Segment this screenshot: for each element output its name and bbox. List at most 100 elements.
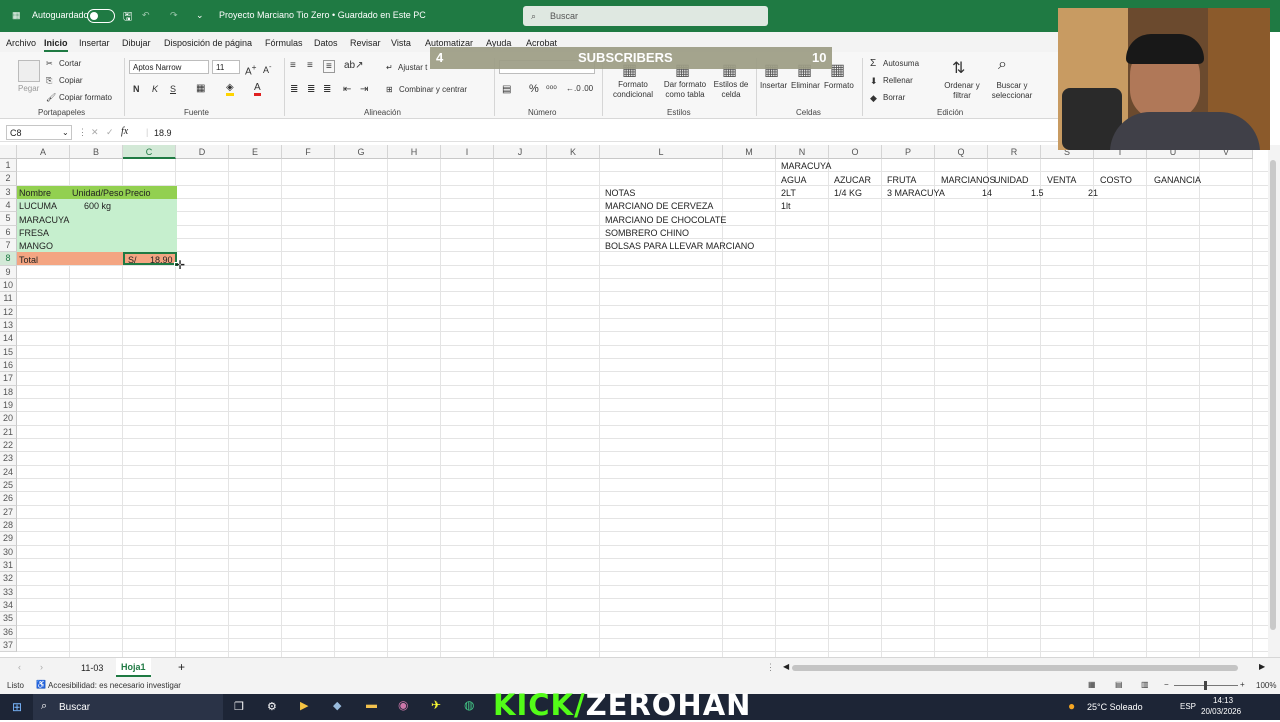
- cell-s3[interactable]: 21: [1088, 188, 1098, 198]
- discord-icon[interactable]: ◉: [398, 698, 408, 712]
- horizontal-scroll-thumb[interactable]: [792, 665, 1238, 671]
- enter-icon[interactable]: ✓: [106, 127, 114, 138]
- sort-filter-button[interactable]: Ordenar y filtrar: [940, 81, 984, 101]
- autosum-icon[interactable]: Σ: [870, 58, 876, 69]
- column-header-c[interactable]: C: [123, 145, 176, 159]
- row-header-32[interactable]: 32: [0, 572, 17, 586]
- copy-icon[interactable]: ⎘: [46, 76, 52, 86]
- redo-icon[interactable]: ↷: [170, 10, 178, 21]
- cell-n3[interactable]: 2LT: [781, 188, 796, 198]
- row-header-2[interactable]: 2: [0, 172, 17, 186]
- accessibility-status[interactable]: Accesibilidad: es necesario investigar: [48, 681, 181, 690]
- cell-r3[interactable]: 1.5: [1031, 188, 1044, 198]
- scroll-right-icon[interactable]: ▶: [1259, 662, 1265, 671]
- cell-l5[interactable]: MARCIANO DE CHOCOLATE: [605, 215, 726, 225]
- cell-l6[interactable]: SOMBRERO CHINO: [605, 228, 689, 238]
- cell-u2[interactable]: GANANCIA: [1154, 175, 1201, 185]
- row-header-27[interactable]: 27: [0, 505, 17, 519]
- zoom-level[interactable]: 100%: [1256, 681, 1276, 690]
- tab-inicio[interactable]: Inicio: [44, 38, 68, 52]
- decrease-decimal-icon[interactable]: .00: [582, 84, 593, 93]
- align-center-icon[interactable]: ≣: [307, 84, 315, 95]
- align-bottom-icon[interactable]: ≡: [323, 60, 335, 73]
- cell-l7[interactable]: BOLSAS PARA LLEVAR MARCIANO: [605, 241, 754, 251]
- align-middle-icon[interactable]: ≡: [307, 60, 313, 71]
- sort-filter-icon[interactable]: ⇅: [952, 58, 965, 78]
- comma-style-icon[interactable]: ⁰⁰⁰: [546, 84, 557, 95]
- delete-cells-button[interactable]: Eliminar: [791, 81, 820, 90]
- page-layout-icon[interactable]: ▤: [1115, 680, 1123, 689]
- cell-c3[interactable]: Precio: [125, 188, 151, 198]
- cell-b3[interactable]: Unidad/Peso: [72, 188, 124, 198]
- sheet-tab-hoja1[interactable]: Hoja1: [116, 658, 151, 677]
- language-indicator[interactable]: ESP: [1180, 702, 1196, 711]
- cell-p3[interactable]: 3 MARACUYA: [887, 188, 945, 198]
- find-select-icon[interactable]: ⌕: [998, 56, 1007, 74]
- wrap-icon[interactable]: ↵: [386, 63, 393, 72]
- fill-button[interactable]: Rellenar: [883, 76, 913, 85]
- cancel-icon[interactable]: ✕: [91, 127, 99, 138]
- row-header-33[interactable]: 33: [0, 585, 17, 599]
- row-header-29[interactable]: 29: [0, 532, 17, 546]
- row-header-7[interactable]: 7: [0, 238, 17, 253]
- search-box[interactable]: ⌕ Buscar: [523, 6, 768, 26]
- row-header-30[interactable]: 30: [0, 545, 17, 559]
- align-top-icon[interactable]: ≡: [290, 60, 296, 71]
- autosum-button[interactable]: Autosuma: [883, 59, 919, 68]
- column-header-h[interactable]: H: [388, 145, 441, 159]
- row-header-9[interactable]: 9: [0, 265, 17, 279]
- autosave-toggle[interactable]: [87, 9, 115, 23]
- cut-icon[interactable]: ✂: [46, 59, 53, 68]
- row-header-20[interactable]: 20: [0, 412, 17, 426]
- row-header-24[interactable]: 24: [0, 465, 17, 479]
- cell-l3[interactable]: NOTAS: [605, 188, 635, 198]
- row-header-4[interactable]: 4: [0, 198, 17, 213]
- task-view-icon[interactable]: ❐: [234, 700, 244, 713]
- row-header-34[interactable]: 34: [0, 598, 17, 613]
- cell-p2[interactable]: FRUTA: [887, 175, 916, 185]
- format-cells-button[interactable]: Formato: [824, 81, 854, 90]
- tab-disposicion[interactable]: Disposición de página: [164, 38, 252, 48]
- column-header-n[interactable]: N: [776, 145, 829, 159]
- row-header-8[interactable]: 8: [0, 252, 17, 266]
- column-header-d[interactable]: D: [176, 145, 229, 159]
- cell-n2[interactable]: AGUA: [781, 175, 807, 185]
- row-header-10[interactable]: 10: [0, 278, 17, 293]
- row-header-14[interactable]: 14: [0, 332, 17, 346]
- cut-button[interactable]: Cortar: [59, 59, 81, 68]
- column-header-j[interactable]: J: [494, 145, 547, 159]
- fill-icon[interactable]: ⬇: [870, 76, 878, 87]
- find-select-button[interactable]: Buscar y seleccionar: [988, 81, 1036, 101]
- row-header-23[interactable]: 23: [0, 452, 17, 466]
- bold-button[interactable]: N: [133, 84, 140, 94]
- media-app-icon[interactable]: ▶: [300, 699, 308, 712]
- tab-revisar[interactable]: Revisar: [350, 38, 381, 48]
- font-name-select[interactable]: Aptos Narrow: [129, 60, 209, 74]
- row-header-28[interactable]: 28: [0, 518, 17, 533]
- font-size-select[interactable]: 11: [212, 60, 240, 74]
- paste-icon[interactable]: [18, 60, 40, 82]
- app-icon[interactable]: ◆: [333, 699, 341, 712]
- row-header-16[interactable]: 16: [0, 358, 17, 373]
- vertical-scroll-thumb[interactable]: [1270, 160, 1276, 630]
- row-header-35[interactable]: 35: [0, 612, 17, 626]
- tab-datos[interactable]: Datos: [314, 38, 338, 48]
- column-header-g[interactable]: G: [335, 145, 388, 159]
- merge-center-button[interactable]: Combinar y centrar: [399, 85, 467, 94]
- next-sheet-icon[interactable]: ›: [40, 662, 43, 672]
- column-header-m[interactable]: M: [723, 145, 776, 159]
- chrome-icon[interactable]: ◍: [464, 698, 474, 712]
- settings-icon[interactable]: ⚙: [267, 700, 277, 713]
- row-header-1[interactable]: 1: [0, 159, 17, 173]
- column-header-i[interactable]: I: [441, 145, 494, 159]
- prev-sheet-icon[interactable]: ‹: [18, 662, 21, 672]
- fill-color-icon[interactable]: ◈: [226, 82, 234, 96]
- sheet-tab-11-03[interactable]: 11-03: [81, 663, 103, 673]
- italic-button[interactable]: K: [152, 84, 158, 94]
- percent-button[interactable]: %: [529, 83, 539, 95]
- zoom-in-icon[interactable]: +: [1240, 680, 1245, 689]
- undo-icon[interactable]: ↶: [142, 10, 150, 21]
- cell-n4[interactable]: 1lt: [781, 201, 791, 211]
- zoom-out-icon[interactable]: −: [1164, 680, 1169, 689]
- align-left-icon[interactable]: ≣: [290, 84, 298, 95]
